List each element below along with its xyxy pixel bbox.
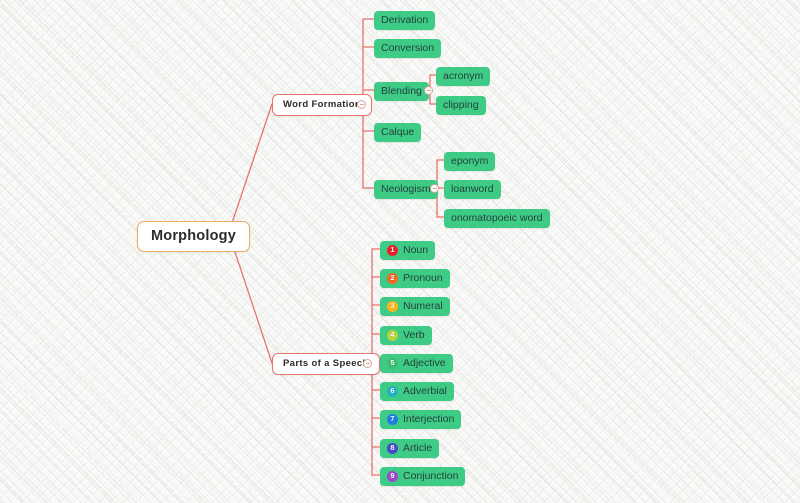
leaf-node-label: loanword (451, 183, 494, 195)
leaf-node-label: Numeral (403, 300, 443, 312)
leaf-node-label: Calque (381, 126, 415, 138)
node-layer: Morphology Word Formation Derivation Con… (0, 0, 800, 503)
leaf-node-label: clipping (443, 99, 479, 111)
leaf-node-label: Conjunction (403, 470, 459, 482)
leaf-node-article[interactable]: 8 Article (380, 439, 440, 459)
leaf-node-onomatopoeic-word[interactable]: onomatopoeic word (444, 209, 550, 229)
leaf-node-loanword[interactable]: loanword (444, 180, 501, 200)
leaf-node-blending[interactable]: Blending (374, 82, 429, 102)
leaf-node-interjection[interactable]: 7 Interjection (380, 410, 462, 430)
number-badge: 2 (387, 272, 398, 284)
number-badge: 4 (387, 329, 398, 341)
number-badge: 5 (387, 357, 398, 369)
leaf-node-conjunction[interactable]: 9 Conjunction (380, 467, 466, 487)
branch-node-label: Word Formation (283, 99, 362, 110)
leaf-node-calque[interactable]: Calque (374, 123, 422, 143)
collapse-toggle-neologism[interactable] (430, 183, 439, 193)
leaf-node-acronym[interactable]: acronym (436, 67, 491, 87)
leaf-node-label: Conversion (381, 42, 435, 54)
collapse-toggle-parts-of-a-speech[interactable] (363, 358, 372, 368)
leaf-node-label: acronym (443, 70, 484, 82)
leaf-node-label: Adjective (403, 357, 446, 369)
number-badge: 8 (387, 442, 398, 454)
leaf-node-derivation[interactable]: Derivation (374, 11, 436, 31)
leaf-node-label: Verb (403, 329, 425, 341)
number-badge: 6 (387, 385, 398, 397)
leaf-node-label: onomatopoeic word (451, 212, 543, 224)
leaf-node-label: Pronoun (403, 272, 443, 284)
number-badge: 3 (387, 300, 398, 312)
leaf-node-label: Adverbial (403, 385, 447, 397)
leaf-node-numeral[interactable]: 3 Numeral (380, 297, 450, 317)
leaf-node-label: Neologism (381, 183, 431, 195)
leaf-node-adjective[interactable]: 5 Adjective (380, 354, 453, 374)
leaf-node-clipping[interactable]: clipping (436, 96, 486, 116)
leaf-node-label: Derivation (381, 14, 429, 26)
leaf-node-label: Blending (381, 85, 422, 97)
collapse-toggle-word-formation[interactable] (357, 99, 366, 109)
leaf-node-verb[interactable]: 4 Verb (380, 326, 432, 346)
leaf-node-label: Noun (403, 244, 429, 256)
number-badge: 9 (387, 470, 398, 482)
leaf-node-eponym[interactable]: eponym (444, 152, 496, 172)
branch-node-label: Parts of a Speech (283, 358, 369, 369)
leaf-node-noun[interactable]: 1 Noun (380, 241, 436, 261)
leaf-node-pronoun[interactable]: 2 Pronoun (380, 269, 450, 289)
collapse-toggle-blending[interactable] (424, 85, 433, 95)
leaf-node-label: Article (403, 442, 433, 454)
root-node-label: Morphology (151, 228, 236, 244)
leaf-node-neologism[interactable]: Neologism (374, 180, 438, 200)
leaf-node-adverbial[interactable]: 6 Adverbial (380, 382, 454, 402)
leaf-node-label: Interjection (403, 413, 455, 425)
leaf-node-conversion[interactable]: Conversion (374, 39, 442, 59)
number-badge: 7 (387, 413, 398, 425)
number-badge: 1 (387, 244, 398, 256)
leaf-node-label: eponym (451, 155, 489, 167)
root-node-morphology[interactable]: Morphology (137, 221, 250, 252)
